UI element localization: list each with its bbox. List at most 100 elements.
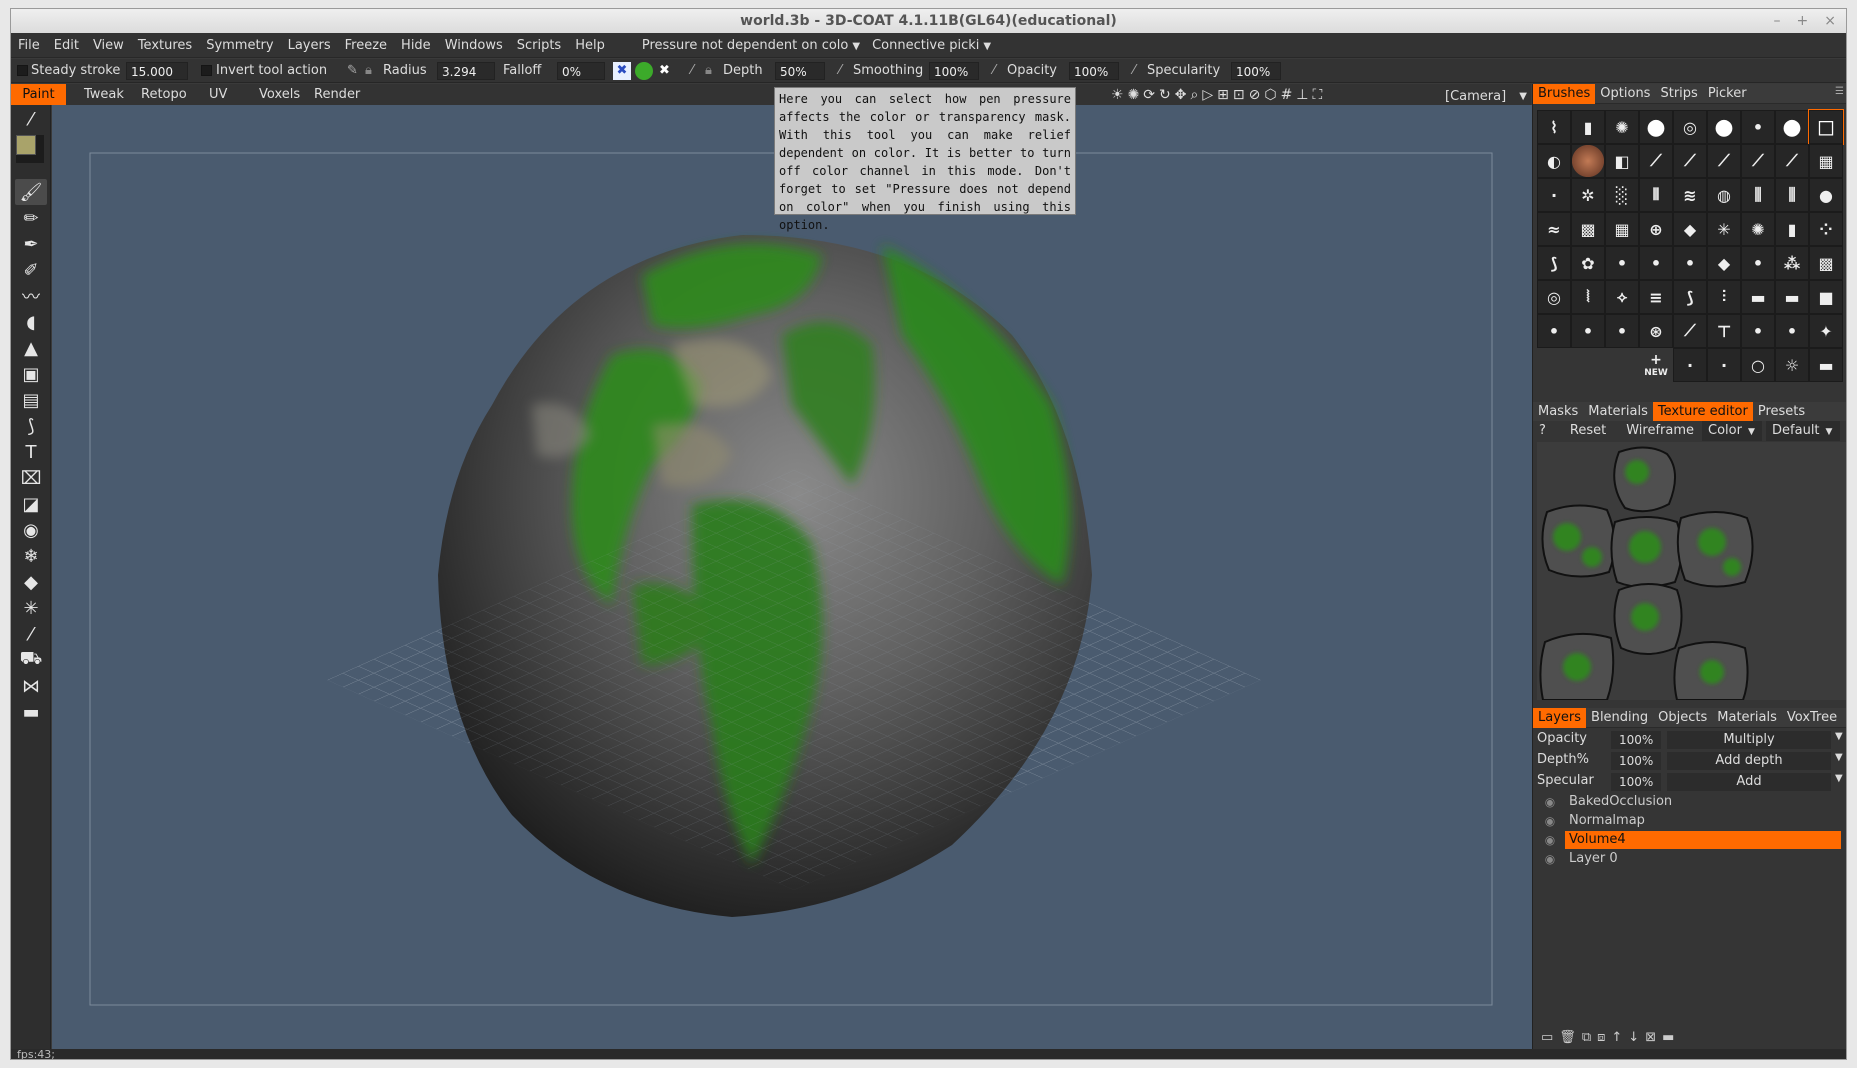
radius-field[interactable]: 3.294: [437, 62, 495, 80]
menu-edit[interactable]: Edit: [47, 33, 86, 58]
brush-thumbnail[interactable]: ▩: [1571, 212, 1605, 246]
eraser-tool-icon[interactable]: ◪: [15, 491, 47, 517]
brush-thumbnail[interactable]: ⊕: [1639, 212, 1673, 246]
layer-item[interactable]: ◉ BakedOcclusion: [1537, 793, 1843, 811]
brush-thumbnail[interactable]: ✺: [1605, 110, 1639, 144]
light-icon[interactable]: ☀: [1111, 87, 1124, 107]
magic-wand-icon[interactable]: ✳: [15, 595, 47, 621]
tab-strips[interactable]: Strips: [1655, 84, 1702, 104]
connective-picking-dropdown[interactable]: Connective picki ▼: [866, 35, 997, 56]
chevron-down-icon[interactable]: ▼: [1835, 752, 1843, 763]
brush-thumbnail[interactable]: •: [1741, 110, 1775, 144]
steady-stroke-field[interactable]: 15.000: [126, 62, 188, 80]
smudge-tool-icon[interactable]: ✐: [15, 257, 47, 283]
brush-thumbnail[interactable]: ⫶: [1707, 280, 1741, 314]
pencil-tool-icon[interactable]: ✏︎: [15, 205, 47, 231]
pen-pressure-icon[interactable]: ⁄: [993, 61, 995, 81]
reset-button[interactable]: Reset: [1564, 421, 1612, 441]
minimize-button[interactable]: –: [1774, 9, 1781, 33]
axis-icon[interactable]: ⊥: [1296, 87, 1308, 107]
tab-presets[interactable]: Presets: [1753, 402, 1810, 422]
menu-file[interactable]: File: [11, 33, 47, 58]
room-tab-paint[interactable]: Paint: [11, 84, 66, 105]
brush-thumbnail[interactable]: ▬: [1775, 280, 1809, 314]
brush-thumbnail[interactable]: •: [1537, 314, 1571, 348]
chevron-down-icon[interactable]: ▼: [1835, 731, 1843, 742]
depth-mode-icon[interactable]: ✖: [613, 62, 631, 80]
brush-thumbnail[interactable]: ⟋: [1673, 144, 1707, 178]
brush-thumbnail[interactable]: ·: [1537, 178, 1571, 212]
play-icon[interactable]: ▷: [1202, 87, 1213, 107]
merge-layer-icon[interactable]: ⧈: [1597, 1030, 1605, 1046]
brush-thumbnail[interactable]: ⊛: [1639, 314, 1673, 348]
tab-options[interactable]: Options: [1595, 84, 1655, 104]
brush-thumbnail[interactable]: ◆: [1707, 246, 1741, 280]
brush-thumbnail[interactable]: ⟋: [1775, 144, 1809, 178]
brush-thumbnail[interactable]: •: [1571, 314, 1605, 348]
smooth-tool-icon[interactable]: 〰: [15, 283, 47, 309]
butterfly-tool-icon[interactable]: ⋈: [15, 673, 47, 699]
pressure-mode-dropdown[interactable]: Pressure not dependent on colo ▼: [636, 35, 866, 56]
room-tab-retopo[interactable]: Retopo: [131, 84, 197, 105]
room-tab-tweak[interactable]: Tweak: [74, 84, 134, 105]
brush-thumbnail[interactable]: ⊤: [1707, 314, 1741, 348]
menu-textures[interactable]: Textures: [131, 33, 199, 58]
brush-thumbnail[interactable]: ░: [1605, 178, 1639, 212]
smoothing-field[interactable]: 100%: [929, 62, 979, 80]
brush-thumbnail[interactable]: ▬: [1741, 280, 1775, 314]
brush-thumbnail[interactable]: ⌇: [1537, 110, 1571, 144]
eye-icon[interactable]: ◉: [1543, 833, 1557, 847]
layer-specular-mode[interactable]: Add: [1667, 773, 1831, 791]
layer-depth-mode[interactable]: Add depth: [1667, 752, 1831, 770]
brush-thumbnail[interactable]: ▮: [1775, 212, 1809, 246]
room-tab-uv[interactable]: UV: [199, 84, 237, 105]
freeze-tool-icon[interactable]: ❄: [15, 543, 47, 569]
menu-symmetry[interactable]: Symmetry: [199, 33, 280, 58]
delete-layer-icon[interactable]: 🗑︎: [1559, 1030, 1576, 1046]
pen-pressure-icon[interactable]: ✎: [347, 61, 358, 81]
brush-thumbnail[interactable]: •: [1605, 314, 1639, 348]
depth-field[interactable]: 50%: [775, 62, 825, 80]
layer-tool-icon[interactable]: ▤: [15, 387, 47, 413]
pen-pressure-icon[interactable]: ⁄: [839, 61, 841, 81]
tab-materials[interactable]: Materials: [1583, 402, 1653, 422]
rotate-icon[interactable]: ↻: [1159, 87, 1171, 107]
layer-opacity-mode[interactable]: Multiply: [1667, 731, 1831, 749]
brush-thumbnail[interactable]: ⟆: [1537, 246, 1571, 280]
tab-brushes[interactable]: Brushes: [1533, 84, 1596, 104]
menu-hide[interactable]: Hide: [394, 33, 438, 58]
brush-thumbnail[interactable]: ⁘: [1809, 212, 1843, 246]
knife-tool-icon[interactable]: ⁄: [15, 621, 47, 647]
eye-icon[interactable]: ◉: [1543, 814, 1557, 828]
measure-tool-icon[interactable]: ▬: [15, 699, 47, 725]
move-up-icon[interactable]: ↑: [1611, 1030, 1622, 1046]
brush-thumbnail[interactable]: ●: [1639, 110, 1673, 144]
move-down-icon[interactable]: ↓: [1628, 1030, 1639, 1046]
lock-icon[interactable]: 🔒︎: [365, 61, 372, 81]
brush-thumbnail[interactable]: ◐: [1537, 144, 1571, 178]
clear-layer-icon[interactable]: ⊠: [1645, 1030, 1656, 1046]
layer-depth-field[interactable]: 100%: [1611, 752, 1661, 770]
brush-thumbnail[interactable]: ▩: [1809, 246, 1843, 280]
new-brush-button[interactable]: + NEW: [1639, 348, 1673, 382]
color-mode-icon[interactable]: [635, 62, 653, 80]
tab-voxtree[interactable]: VoxTree: [1782, 708, 1842, 728]
brush-thumbnail[interactable]: •: [1741, 246, 1775, 280]
brush-thumbnail[interactable]: ⫼: [1775, 178, 1809, 212]
brush-thumbnail[interactable]: ⟋: [1673, 314, 1707, 348]
brush-thumbnail[interactable]: •: [1775, 314, 1809, 348]
brush-thumbnail[interactable]: ✺: [1741, 212, 1775, 246]
eye-icon[interactable]: ◉: [1543, 852, 1557, 866]
new-layer-icon[interactable]: ▭: [1541, 1030, 1553, 1046]
brush-thumbnail[interactable]: ◆: [1673, 212, 1707, 246]
preset-dropdown[interactable]: Default ▼: [1766, 421, 1841, 441]
brush-thumbnail[interactable]: ✦: [1809, 314, 1843, 348]
brush-thumbnail[interactable]: •: [1741, 314, 1775, 348]
brush-thumbnail[interactable]: ◎: [1537, 280, 1571, 314]
panel-menu-icon[interactable]: ☰: [1835, 86, 1844, 97]
tab-layer-materials[interactable]: Materials: [1712, 708, 1782, 728]
bucket-tool-icon[interactable]: ◆: [15, 569, 47, 595]
layer-item[interactable]: ◉ Layer 0: [1537, 850, 1843, 868]
brush-thumbnail[interactable]: ●: [1809, 178, 1843, 212]
invert-tool-checkbox[interactable]: [201, 65, 212, 76]
